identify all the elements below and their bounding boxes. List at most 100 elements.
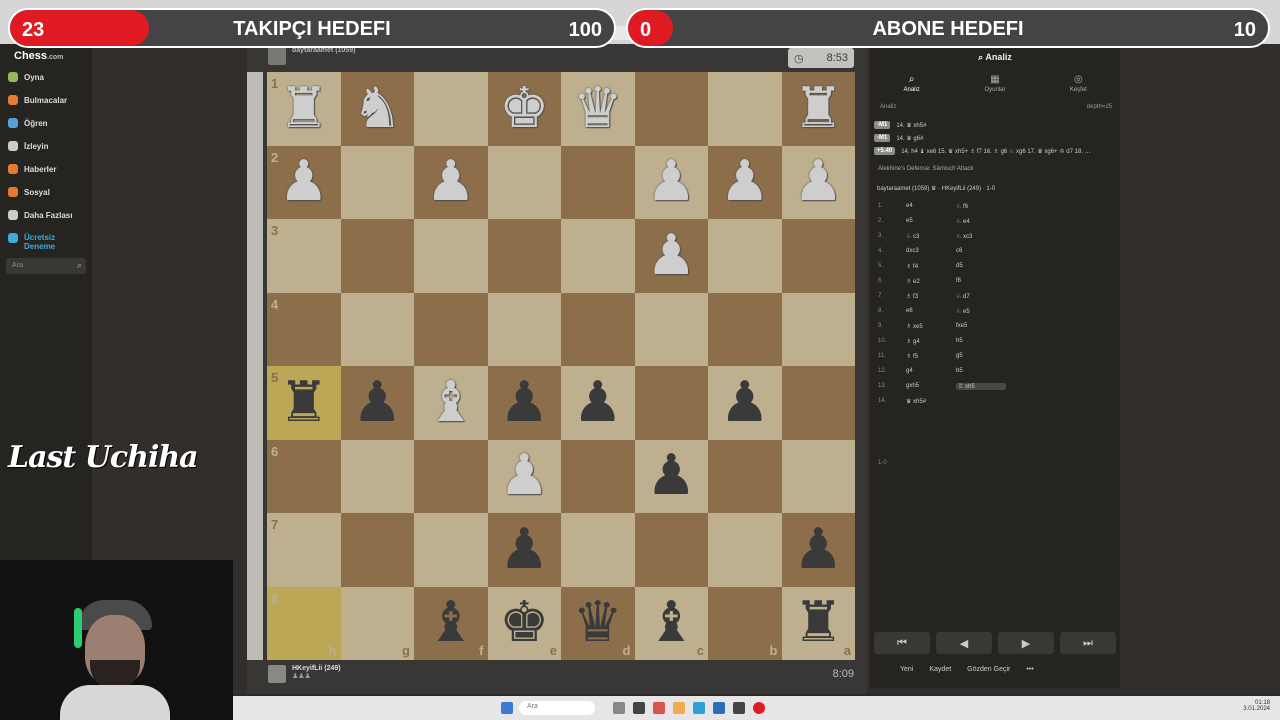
white-move[interactable]: g4	[906, 368, 956, 374]
board-square[interactable]	[781, 366, 855, 440]
chess-piece[interactable]: ♟	[646, 227, 696, 284]
black-move[interactable]: ♘ f6	[956, 203, 1006, 210]
chess-piece[interactable]: ♟	[573, 374, 623, 431]
chess-piece[interactable]: ♟	[720, 154, 770, 210]
board-square[interactable]	[561, 145, 635, 219]
black-move[interactable]: ♖ xh5	[956, 383, 1006, 390]
white-move[interactable]: ♛ xh5#	[906, 398, 956, 405]
chess-board[interactable]: 1 ♜ ♞ ♚ ♛ ♜ 2 ♟ ♟ ♟ ♟ ♟ 3 ♟ 4 5 ♜ ♟ ♝ ♟ ♟ ♟ 6 ♟ ♟ 7 ♟ ♟ 8 h g f ♝ e ♚ d ♛ c ♝ b…	[267, 72, 855, 660]
board-square[interactable]: 4	[267, 292, 341, 366]
edge-icon[interactable]	[693, 702, 705, 714]
board-square[interactable]: c ♝	[634, 586, 708, 660]
board-square[interactable]	[708, 513, 782, 587]
chess-piece[interactable]: ♛	[573, 595, 623, 651]
chess-piece[interactable]: ♟	[499, 521, 549, 578]
system-tray[interactable]: 01:18 3.01.2024	[1243, 700, 1270, 712]
task-view-icon[interactable]	[613, 702, 625, 714]
chess-piece[interactable]: ♜	[793, 595, 843, 651]
black-move[interactable]: ♘ xc3	[956, 233, 1006, 240]
white-move[interactable]: ♗ g4	[906, 338, 956, 345]
board-square[interactable]: d ♛	[561, 586, 635, 660]
chess-piece[interactable]: ♝	[646, 595, 696, 651]
chess-piece[interactable]: ♚	[499, 595, 549, 651]
chess-piece[interactable]: ♜	[793, 80, 843, 137]
tab[interactable]: ◎ Keşfet	[1037, 74, 1120, 93]
analysis-toggle[interactable]: Analiz	[880, 104, 896, 110]
white-move[interactable]: ♗ xe5	[906, 323, 956, 330]
board-square[interactable]	[634, 513, 708, 587]
sidebar-item[interactable]: Bulmacalar	[8, 95, 67, 105]
white-move[interactable]: e4	[906, 203, 956, 210]
board-square[interactable]	[781, 219, 855, 293]
chess-piece[interactable]: ♟	[352, 374, 402, 431]
board-square[interactable]: ♟	[634, 439, 708, 513]
board-square[interactable]	[634, 366, 708, 440]
board-square[interactable]	[340, 513, 414, 587]
opera-icon[interactable]	[753, 702, 765, 714]
prev-move-button[interactable]: ◀	[936, 632, 992, 654]
folder-icon[interactable]	[673, 702, 685, 714]
board-square[interactable]: ♛	[561, 72, 635, 146]
avatar[interactable]	[268, 47, 286, 65]
chess-piece[interactable]: ♜	[279, 374, 329, 431]
engine-line[interactable]: +5.40 14. h4 ♝ xe6 15. ♛ xh5+ ♗ f7 16. ♗ …	[874, 147, 1114, 155]
board-square[interactable]	[340, 145, 414, 219]
board-square[interactable]: ♟	[634, 145, 708, 219]
last-move-button[interactable]: ⏭	[1060, 632, 1116, 654]
board-square[interactable]	[414, 72, 488, 146]
board-square[interactable]	[340, 439, 414, 513]
board-square[interactable]: ♟	[781, 145, 855, 219]
board-square[interactable]: f ♝	[414, 586, 488, 660]
sidebar-item[interactable]: Öğren	[8, 118, 48, 128]
action-save-button[interactable]: Kaydet	[929, 666, 951, 673]
black-move[interactable]: h5	[956, 338, 1006, 345]
board-square[interactable]: ♟	[708, 366, 782, 440]
board-square[interactable]: 2 ♟	[267, 145, 341, 219]
board-square[interactable]	[561, 219, 635, 293]
board-square[interactable]	[708, 292, 782, 366]
chess-piece[interactable]: ♟	[793, 154, 843, 210]
board-square[interactable]: ♟	[561, 366, 635, 440]
board-square[interactable]: ♟	[340, 366, 414, 440]
board-square[interactable]	[781, 292, 855, 366]
next-move-button[interactable]: ▶	[998, 632, 1054, 654]
black-move[interactable]: c6	[956, 248, 1006, 254]
chess-piece[interactable]: ♟	[793, 521, 843, 578]
logo[interactable]: Chess.com	[14, 50, 63, 62]
board-square[interactable]	[634, 292, 708, 366]
board-square[interactable]	[414, 219, 488, 293]
board-square[interactable]	[340, 292, 414, 366]
board-square[interactable]: ♟	[487, 439, 561, 513]
board-square[interactable]	[487, 292, 561, 366]
chess-piece[interactable]: ♟	[426, 154, 476, 210]
white-move[interactable]: ♗ f3	[906, 293, 956, 300]
black-move[interactable]: b5	[956, 368, 1006, 374]
chess-piece[interactable]: ♞	[352, 80, 402, 137]
board-square[interactable]: ♟	[414, 145, 488, 219]
white-move[interactable]: dxc3	[906, 248, 956, 254]
chess-piece[interactable]: ♜	[279, 80, 329, 137]
player-name[interactable]: baytaraamet (1059)	[292, 47, 355, 54]
sidebar-item[interactable]: Ücretsiz Deneme	[8, 233, 64, 251]
board-square[interactable]	[414, 439, 488, 513]
white-move[interactable]: ♗ e2	[906, 278, 956, 285]
board-square[interactable]	[634, 72, 708, 146]
board-square[interactable]: 8h	[267, 586, 341, 660]
board-square[interactable]: ♟	[781, 513, 855, 587]
board-square[interactable]: ♝	[414, 366, 488, 440]
chrome-icon[interactable]	[733, 702, 745, 714]
board-square[interactable]: a ♜	[781, 586, 855, 660]
sidebar-search-input[interactable]: Ara ⌕	[6, 258, 86, 274]
board-square[interactable]	[487, 145, 561, 219]
taskbar-search[interactable]: Ara	[519, 701, 595, 715]
board-square[interactable]: ♟	[487, 366, 561, 440]
board-square[interactable]: e ♚	[487, 586, 561, 660]
chess-piece[interactable]: ♟	[720, 374, 770, 431]
board-square[interactable]	[708, 219, 782, 293]
board-square[interactable]: ♟	[708, 145, 782, 219]
board-square[interactable]: 7	[267, 513, 341, 587]
board-square[interactable]	[561, 439, 635, 513]
app-icon[interactable]	[653, 702, 665, 714]
sidebar-item[interactable]: İzleyin	[8, 141, 48, 151]
action-more-button[interactable]: •••	[1026, 666, 1033, 673]
